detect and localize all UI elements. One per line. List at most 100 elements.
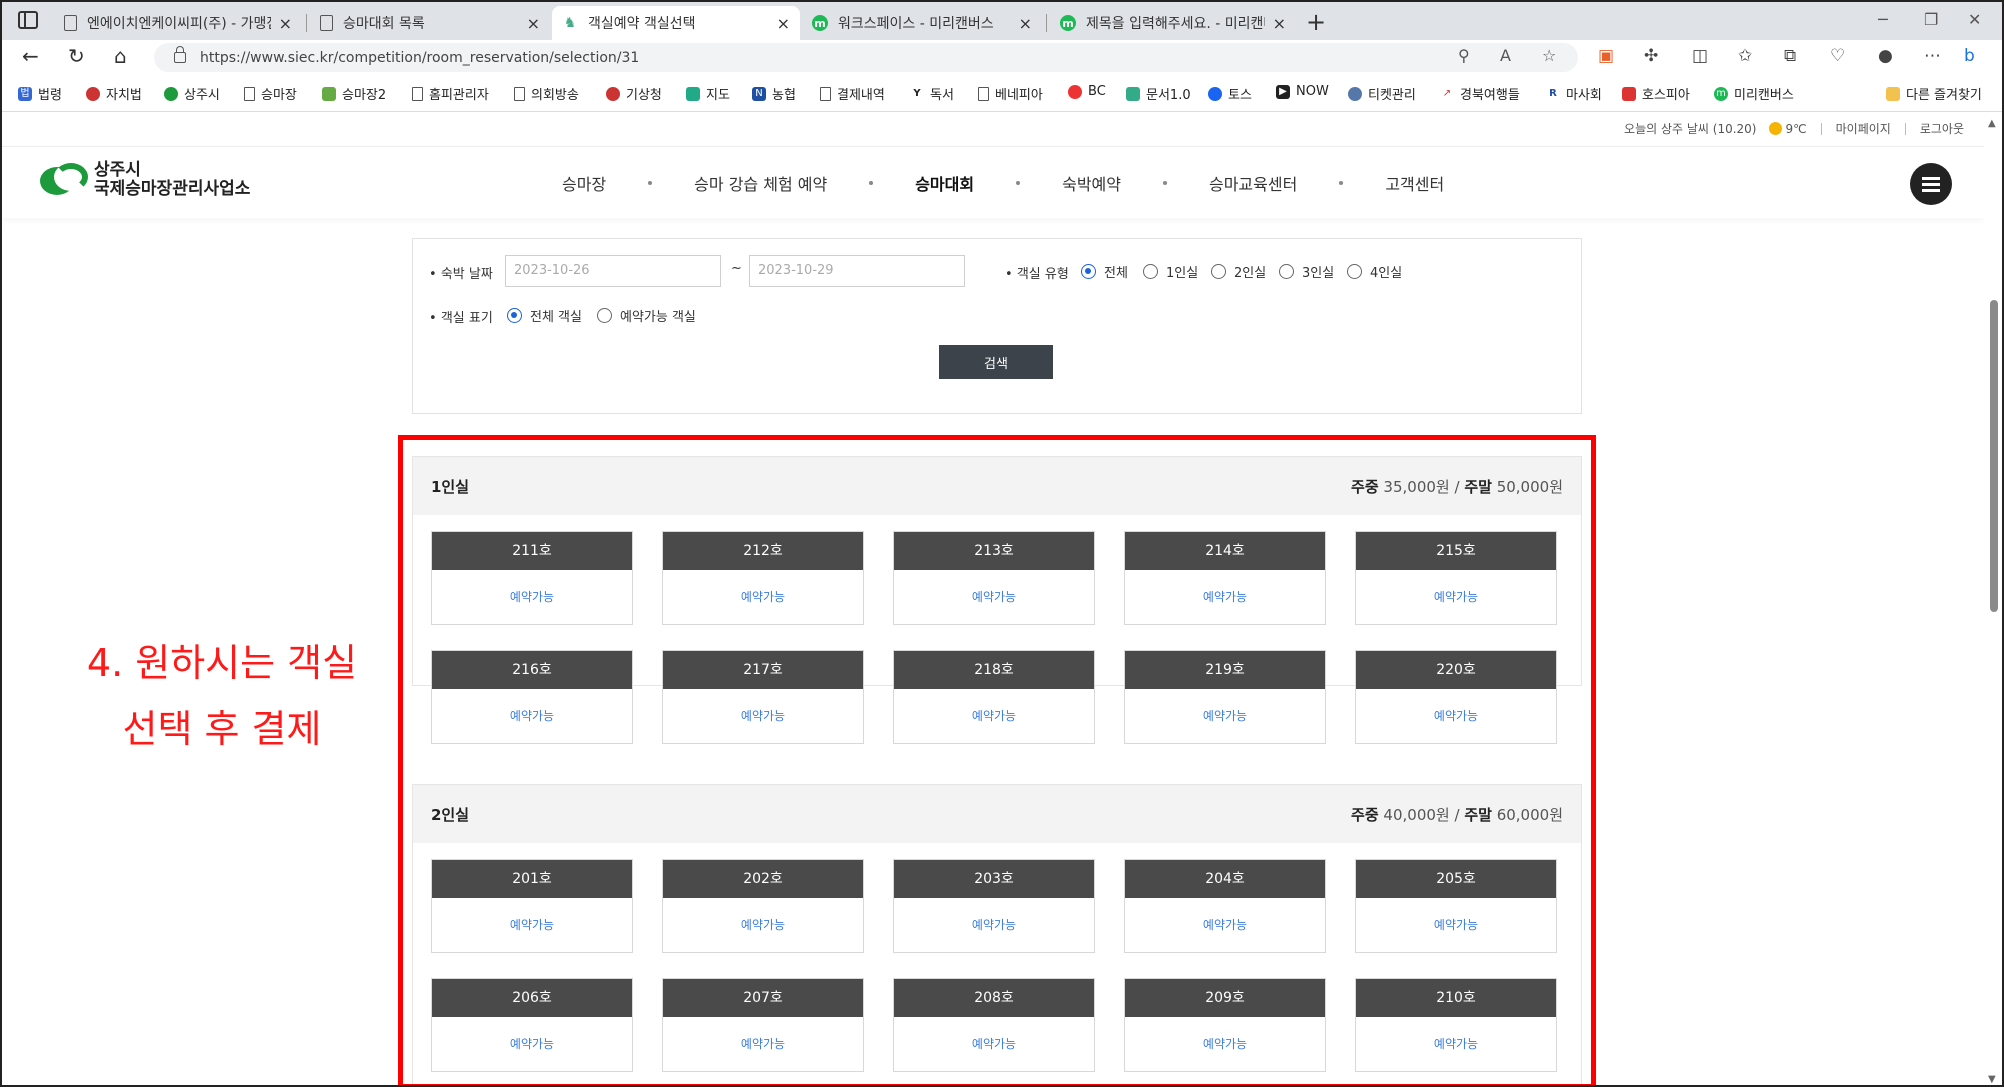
room-card[interactable]: 215호 예약가능 (1355, 531, 1557, 625)
close-tab-icon[interactable]: × (777, 14, 790, 33)
room-status[interactable]: 예약가능 (1125, 1017, 1325, 1071)
bookmark-item[interactable]: 자치법 (86, 84, 142, 103)
bookmark-item[interactable]: R 마사회 (1546, 84, 1602, 104)
profile-avatar-icon[interactable]: ● (1878, 46, 1893, 66)
room-card[interactable]: 204호 예약가능 (1124, 859, 1326, 953)
restore-icon[interactable]: ❐ (1924, 10, 1938, 29)
room-card[interactable]: 220호 예약가능 (1355, 650, 1557, 744)
room-status[interactable]: 예약가능 (663, 898, 863, 952)
room-type-quad-radio[interactable]: 4인실 (1347, 262, 1402, 281)
nav-item-lesson-booking[interactable]: 승마 강습 체험 예약 (694, 171, 827, 195)
room-card[interactable]: 203호 예약가능 (893, 859, 1095, 953)
back-arrow-icon[interactable]: ← (22, 44, 39, 68)
new-tab-plus-icon[interactable]: + (1306, 8, 1326, 36)
bookmark-item[interactable]: 결제내역 (820, 84, 885, 103)
close-tab-icon[interactable]: × (279, 14, 292, 33)
bookmark-item[interactable]: BC (1068, 84, 1106, 99)
check-out-date-input[interactable]: 2023-10-29 (749, 255, 965, 287)
room-status[interactable]: 예약가능 (663, 689, 863, 743)
collections-icon[interactable]: ⧉ (1784, 46, 1796, 66)
bookmark-item[interactable]: N 농협 (752, 84, 796, 103)
bing-copilot-icon[interactable]: b (1964, 46, 1975, 66)
room-type-all-radio[interactable]: 전체 (1081, 262, 1128, 281)
room-status[interactable]: 예약가능 (1125, 689, 1325, 743)
room-card[interactable]: 201호 예약가능 (431, 859, 633, 953)
room-status[interactable]: 예약가능 (1356, 898, 1556, 952)
home-icon[interactable]: ⌂ (114, 44, 127, 68)
room-status[interactable]: 예약가능 (1125, 898, 1325, 952)
display-available-rooms-radio[interactable]: 예약가능 객실 (597, 306, 696, 325)
bookmark-item[interactable]: ▶ NOW (1276, 84, 1329, 99)
room-card[interactable]: 208호 예약가능 (893, 978, 1095, 1072)
nav-item-riding-center[interactable]: 승마장 (562, 171, 606, 195)
room-status[interactable]: 예약가능 (894, 570, 1094, 624)
hamburger-menu-icon[interactable] (1910, 163, 1952, 205)
room-status[interactable]: 예약가능 (663, 1017, 863, 1071)
browser-tab-2[interactable]: 승마대회 목록 × (310, 6, 550, 40)
room-card[interactable]: 202호 예약가능 (662, 859, 864, 953)
other-bookmarks[interactable]: 다른 즐겨찾기 (1886, 84, 1982, 103)
room-status[interactable]: 예약가능 (432, 570, 632, 624)
room-status[interactable]: 예약가능 (432, 689, 632, 743)
room-card[interactable]: 209호 예약가능 (1124, 978, 1326, 1072)
bookmark-item[interactable]: 승마장2 (322, 84, 386, 103)
room-card[interactable]: 206호 예약가능 (431, 978, 633, 1072)
split-screen-icon[interactable]: ◫ (1692, 46, 1708, 66)
more-menu-icon[interactable]: ⋯ (1924, 46, 1941, 66)
room-card[interactable]: 219호 예약가능 (1124, 650, 1326, 744)
bookmark-item[interactable]: 의회방송 (514, 84, 579, 103)
bookmark-item[interactable]: 티켓관리 (1348, 84, 1416, 103)
nav-item-competition[interactable]: 승마대회 (915, 171, 974, 195)
search-button[interactable]: 검색 (939, 345, 1053, 379)
scroll-down-arrow-icon[interactable]: ▼ (1988, 1074, 1996, 1085)
room-status[interactable]: 예약가능 (1356, 689, 1556, 743)
room-status[interactable]: 예약가능 (1356, 1017, 1556, 1071)
favorites-icon[interactable]: ✩ (1738, 46, 1752, 66)
room-status[interactable]: 예약가능 (894, 689, 1094, 743)
bookmark-item[interactable]: 기상청 (606, 84, 662, 103)
bookmark-item[interactable]: ↗ 경북여행들 (1440, 84, 1520, 104)
check-in-date-input[interactable]: 2023-10-26 (505, 255, 721, 287)
bookmark-item[interactable]: 호스피아 (1622, 84, 1690, 103)
bookmark-item[interactable]: 승마장 (244, 84, 297, 103)
room-card[interactable]: 212호 예약가능 (662, 531, 864, 625)
room-card[interactable]: 216호 예약가능 (431, 650, 633, 744)
browser-tab-3-active[interactable]: ♞ 객실예약 객실선택 × (552, 6, 800, 40)
close-tab-icon[interactable]: × (1273, 14, 1286, 33)
browser-essentials-icon[interactable]: ♡ (1830, 46, 1845, 66)
logout-link[interactable]: 로그아웃 (1920, 120, 1964, 137)
close-tab-icon[interactable]: × (527, 14, 540, 33)
room-status[interactable]: 예약가능 (432, 898, 632, 952)
mypage-link[interactable]: 마이페이지 (1836, 120, 1891, 137)
bookmark-item[interactable]: 법 법령 (18, 84, 62, 103)
room-type-double-radio[interactable]: 2인실 (1211, 262, 1266, 281)
zoom-icon[interactable]: ⚲ (1458, 46, 1470, 65)
room-card[interactable]: 211호 예약가능 (431, 531, 633, 625)
scroll-up-arrow-icon[interactable]: ▲ (1988, 118, 1996, 129)
scrollbar-thumb[interactable] (1990, 300, 1998, 612)
page-scrollbar[interactable]: ▲ ▼ (1984, 112, 2002, 1085)
room-status[interactable]: 예약가능 (894, 898, 1094, 952)
address-bar[interactable]: https://www.siec.kr/competition/room_res… (154, 43, 1578, 72)
room-type-triple-radio[interactable]: 3인실 (1279, 262, 1334, 281)
refresh-icon[interactable]: ↻ (68, 44, 85, 68)
browser-tab-4[interactable]: m 워크스페이스 - 미리캔버스 × (802, 6, 1042, 40)
bookmark-item[interactable]: 토스 (1208, 84, 1252, 103)
room-card[interactable]: 213호 예약가능 (893, 531, 1095, 625)
room-card[interactable]: 207호 예약가능 (662, 978, 864, 1072)
close-window-icon[interactable]: ✕ (1968, 10, 1981, 29)
room-card[interactable]: 210호 예약가능 (1355, 978, 1557, 1072)
room-card[interactable]: 218호 예약가능 (893, 650, 1095, 744)
room-card[interactable]: 205호 예약가능 (1355, 859, 1557, 953)
bookmark-item[interactable]: 상주시 (164, 84, 220, 103)
close-tab-icon[interactable]: × (1019, 14, 1032, 33)
room-status[interactable]: 예약가능 (1125, 570, 1325, 624)
display-all-rooms-radio[interactable]: 전체 객실 (507, 306, 582, 325)
room-status[interactable]: 예약가능 (1356, 570, 1556, 624)
bookmark-item[interactable]: m 미리캔버스 (1714, 84, 1794, 103)
room-card[interactable]: 214호 예약가능 (1124, 531, 1326, 625)
nav-item-education-center[interactable]: 승마교육센터 (1209, 171, 1297, 195)
extensions-puzzle-icon[interactable]: ✣ (1644, 46, 1658, 66)
bookmark-item[interactable]: 베네피아 (978, 84, 1043, 103)
nav-item-customer-center[interactable]: 고객센터 (1385, 171, 1444, 195)
